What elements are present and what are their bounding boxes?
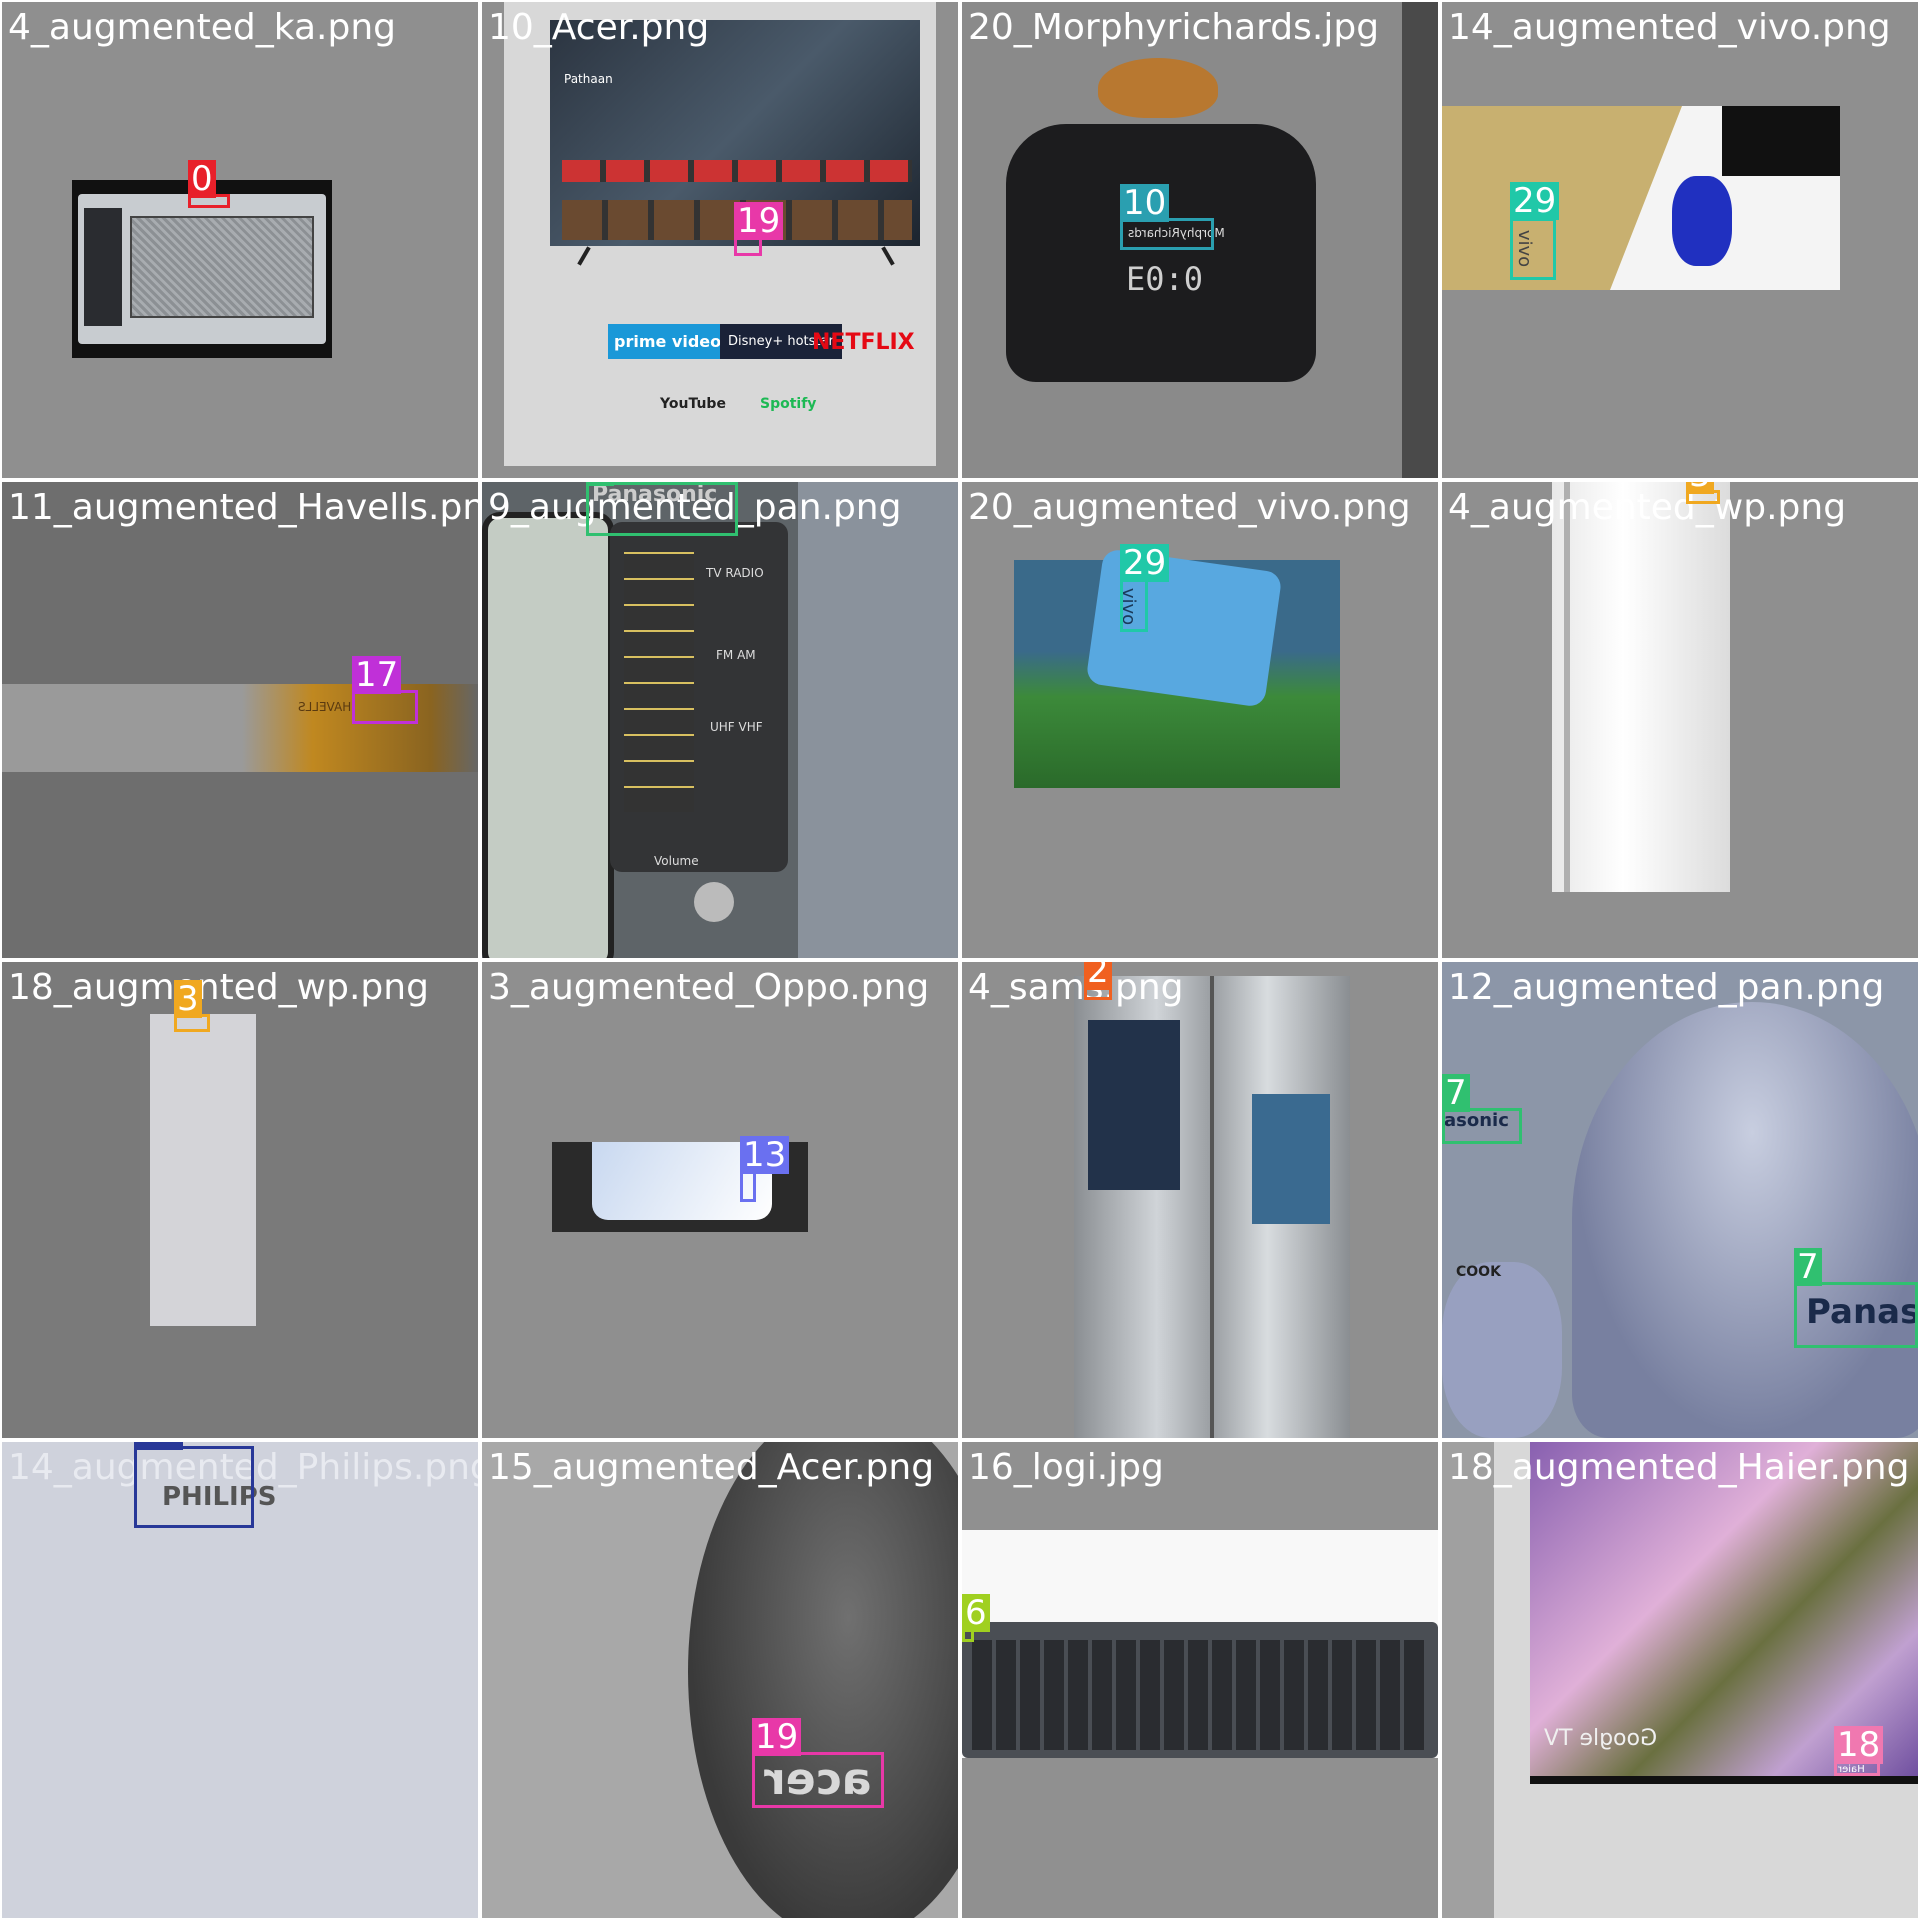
mouse-image <box>688 1442 958 1918</box>
tile-title: 3_augmented_Oppo.png <box>488 967 930 1008</box>
tile-havells: 11_augmented_Havells.png HAVELLS 17 <box>2 482 478 958</box>
tile-title: 4_augmented_ka.png <box>8 7 397 48</box>
tile-title: 20_Morphyrichards.jpg <box>968 7 1380 48</box>
detection-box <box>352 690 418 724</box>
tile-panasonic-radio: TV RADIO FM AM UHF VHF Volume 9_augmente… <box>482 482 958 958</box>
vivo-hand-photo <box>1014 548 1340 788</box>
radio-tv-label: TV RADIO <box>706 566 764 580</box>
vivo-photo <box>1442 106 1840 290</box>
detection-label: 10 <box>1120 184 1170 222</box>
tile-title: 18_augmented_wp.png <box>8 967 429 1008</box>
detection-label: 3 <box>1686 482 1714 494</box>
detection-label: 29 <box>1120 544 1170 582</box>
fridge-image <box>1074 976 1350 1438</box>
tile-title: 12_augmented_pan.png <box>1448 967 1885 1008</box>
detection-label: 3 <box>174 980 202 1018</box>
spotify-logo: Spotify <box>760 396 817 412</box>
detection-label: 13 <box>740 1136 790 1174</box>
toaster-display: E0:0 <box>1126 260 1204 298</box>
fridge-door <box>1552 482 1730 892</box>
detection-label: 7 <box>1794 1248 1822 1286</box>
tile-oppo: 3_augmented_Oppo.png 13 <box>482 962 958 1438</box>
tile-logi-keyboard: 16_logi.jpg 6 <box>962 1442 1438 1918</box>
tile-microwave: 4_augmented_ka.png 0 <box>2 2 478 478</box>
tile-title: 15_augmented_Acer.png <box>488 1447 935 1488</box>
tile-acer-tv: 10_Acer.png Pathaan prime video Disney+ … <box>482 2 958 478</box>
tile-title: 10_Acer.png <box>488 7 710 48</box>
radio-uhf-label: UHF VHF <box>710 720 763 734</box>
netflix-logo: NETFLIX <box>812 330 915 355</box>
detection-label: 7 <box>1442 1074 1470 1112</box>
tile-title: 14_augmented_vivo.png <box>1448 7 1891 48</box>
cook-label: COOK <box>1456 1264 1501 1280</box>
detection-box <box>1794 1282 1918 1348</box>
tile-panasonic-cooker: COOK 12_augmented_pan.png asonic 7 Panas… <box>1442 962 1918 1438</box>
cooker-image <box>1572 1002 1918 1438</box>
detection-label: 19 <box>734 202 784 240</box>
detection-label: 0 <box>188 160 216 198</box>
detection-box <box>1510 218 1556 280</box>
toaster-body: E0:0 <box>1006 124 1316 382</box>
tile-vivo-card: 14_augmented_vivo.png vivo 29 <box>1442 2 1918 478</box>
keyboard-image <box>962 1530 1438 1758</box>
detection-label: 6 <box>962 1594 990 1632</box>
radio-fm-label: FM AM <box>716 648 756 662</box>
detection-box <box>752 1752 884 1808</box>
detection-label: 29 <box>1510 182 1560 220</box>
tile-haier-tv: Google TV 18_augmented_Haier.png Haier 1… <box>1442 1442 1918 1918</box>
tile-title: 16_logi.jpg <box>968 1447 1164 1488</box>
tile-wp-door: 4_augmented_wp.png 3 <box>1442 482 1918 958</box>
detection-box <box>1120 578 1148 632</box>
tile-acer-mouse: 15_augmented_Acer.png acer 19 <box>482 1442 958 1918</box>
tile-toaster: 20_Morphyrichards.jpg E0:0 MorphyRichard… <box>962 2 1438 478</box>
detection-label: 19 <box>752 1718 802 1756</box>
detection-box <box>586 482 738 536</box>
detection-label: 7 <box>586 482 614 486</box>
detection-box <box>1442 1108 1522 1144</box>
croissant <box>1098 58 1218 118</box>
mosaic-grid: 4_augmented_ka.png 0 10_Acer.png Pathaan… <box>0 0 1920 1920</box>
fridge-panel <box>150 1014 256 1326</box>
detection-box <box>134 1446 254 1528</box>
tile-philips: 14_augmented_Philips.png PHILIPS 12 <box>2 1442 478 1918</box>
detection-label: 17 <box>352 656 402 694</box>
detection-label: 12 <box>134 1442 184 1450</box>
tv-movie-title: Pathaan <box>564 72 613 86</box>
tile-vivo-hand: 20_augmented_vivo.png vivo 29 <box>962 482 1438 958</box>
tile-title: 20_augmented_vivo.png <box>968 487 1411 528</box>
tile-wp-panel: 18_augmented_wp.png 3 <box>2 962 478 1438</box>
detection-label: 2 <box>1084 962 1112 990</box>
havells-brand: HAVELLS <box>298 700 352 714</box>
youtube-logo: YouTube <box>660 396 726 412</box>
prime-video-logo: prime video <box>608 324 728 359</box>
tile-title: 11_augmented_Havells.png <box>8 487 478 528</box>
tile-title: 18_augmented_Haier.png <box>1448 1447 1910 1488</box>
detection-label: 18 <box>1834 1726 1884 1764</box>
radio-volume-label: Volume <box>654 854 699 868</box>
tile-title: 4_sams.png <box>968 967 1184 1008</box>
volume-knob <box>694 882 734 922</box>
google-tv-text: Google TV <box>1544 1726 1658 1751</box>
radio-panel: TV RADIO FM AM UHF VHF <box>610 522 788 872</box>
tile-title: 4_augmented_wp.png <box>1448 487 1847 528</box>
tile-samsung-fridge: 4_sams.png 2 <box>962 962 1438 1438</box>
